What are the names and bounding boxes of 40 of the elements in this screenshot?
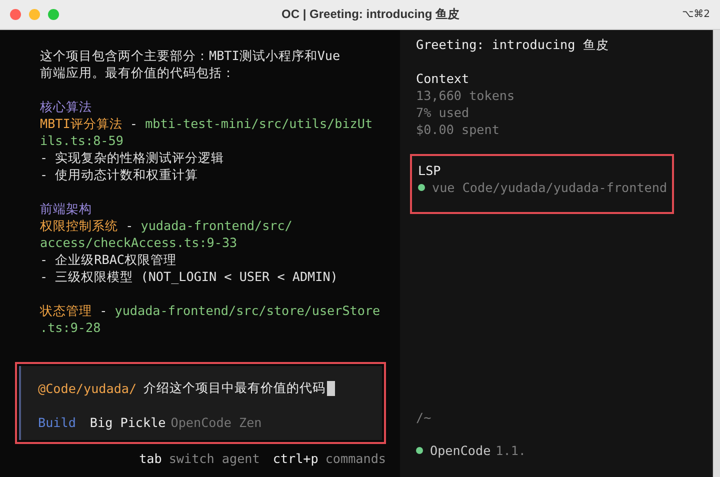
close-button[interactable] xyxy=(10,9,21,20)
message-line: - 实现复杂的性格测试评分逻辑 xyxy=(40,149,226,166)
lsp-server: vue Code/yudada/yudada-frontend xyxy=(432,179,668,196)
directory-path: /~ xyxy=(416,409,432,426)
shortcut-label: ⌥⌘2 xyxy=(682,9,710,20)
shortcut-label: switch agent xyxy=(168,450,260,467)
message-line: 权限控制系统 - yudada-frontend/src/ xyxy=(40,217,294,234)
section-heading: LSP xyxy=(418,162,442,179)
message-line: .ts:9-28 xyxy=(40,319,102,336)
provider-label: OpenCode Zen xyxy=(170,414,262,430)
message-line: 状态管理 - yudada-frontend/src/store/userStore xyxy=(40,302,382,319)
version-label: 1.1. xyxy=(496,442,526,459)
context-stat: 7% used xyxy=(416,104,470,121)
prompt-text: 介绍这个项目中最有价值的代码 xyxy=(144,380,326,396)
window-title: OC | Greeting: introducing 鱼皮 xyxy=(280,6,461,23)
agent-label[interactable]: Build xyxy=(38,414,76,430)
message-line: - 企业级RBAC权限管理 xyxy=(40,251,178,268)
message-line: 核心算法 xyxy=(40,98,93,115)
prompt-input[interactable]: @Code/yudada/ 介绍这个项目中最有价值的代码 Build Big Pickle OpenCode Zen xyxy=(19,366,382,440)
model-label[interactable]: Big Pickle xyxy=(90,414,166,430)
section-heading: Context xyxy=(416,70,470,87)
message-line: ils.ts:8-59 xyxy=(40,132,124,149)
message-line: - 使用动态计数和权重计算 xyxy=(40,166,200,183)
text-cursor xyxy=(326,380,335,396)
message-line: 前端架构 xyxy=(40,200,93,217)
context-stat: 13,660 tokens xyxy=(416,87,516,104)
message-line: - 三级权限模型 (NOT_LOGIN < USER < ADMIN) xyxy=(40,268,339,285)
minimize-button[interactable] xyxy=(29,9,40,20)
message-line: MBTI评分算法 - mbti-test-mini/src/utils/bizUt xyxy=(40,115,374,132)
message-line: 前端应用。最有价值的代码包括： xyxy=(40,64,236,81)
message-line: 这个项目包含两个主要部分：MBTI测试小程序和Vue xyxy=(40,47,342,64)
zoom-button[interactable] xyxy=(48,9,59,20)
app-name: OpenCode xyxy=(430,442,491,459)
shortcut-key: tab xyxy=(139,450,162,467)
mention-tag: @Code/yudada/ xyxy=(38,380,137,396)
message-line: access/checkAccess.ts:9-33 xyxy=(40,234,238,251)
context-stat: $0.00 spent xyxy=(416,121,500,138)
shortcut-key: ctrl+p xyxy=(272,450,318,467)
shortcut-label: commands xyxy=(325,450,386,467)
session-title: Greeting: introducing 鱼皮 xyxy=(416,36,610,53)
